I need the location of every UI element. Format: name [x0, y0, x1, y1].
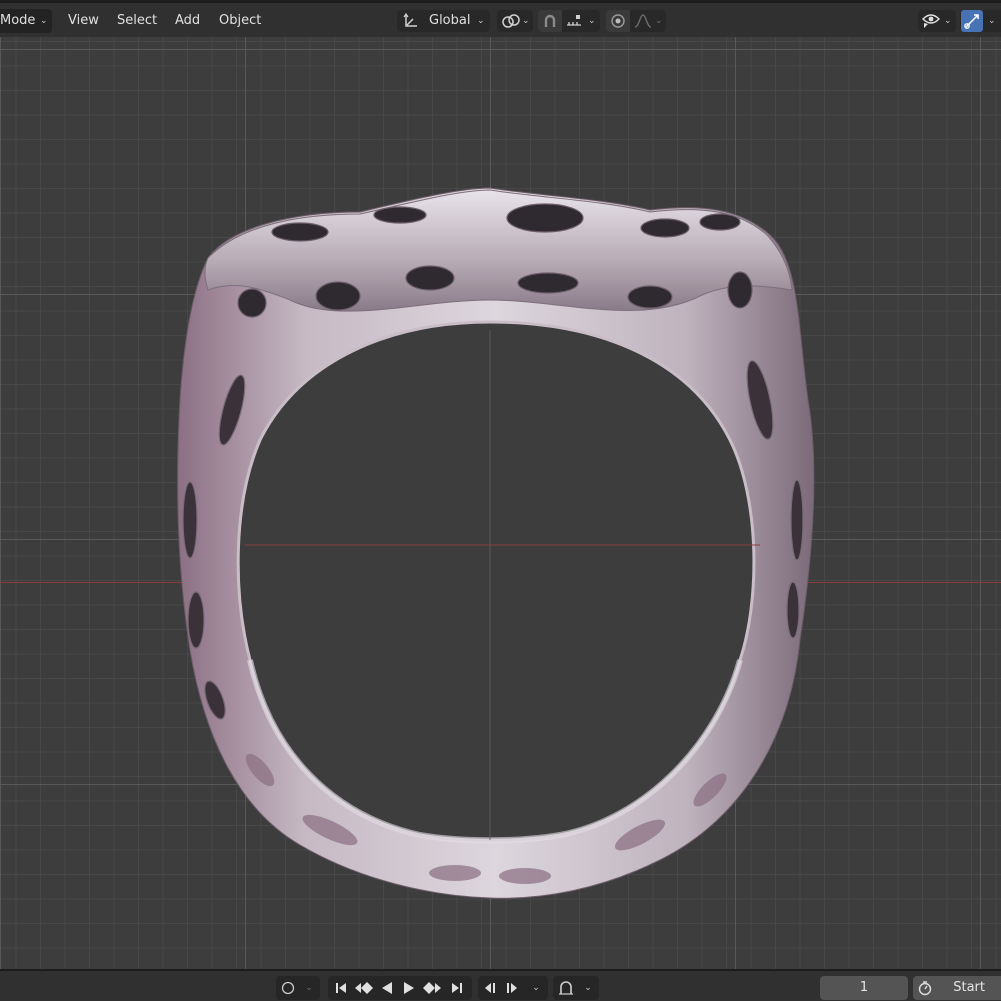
pivot-point-icon	[500, 10, 522, 32]
play-icon[interactable]	[398, 976, 420, 1000]
current-frame-field[interactable]: 1	[820, 976, 908, 1000]
menu-object[interactable]: Object	[213, 9, 267, 33]
step-forward-icon[interactable]	[501, 976, 523, 1000]
3d-viewport[interactable]	[0, 37, 1001, 969]
menu-add[interactable]: Add	[169, 9, 206, 33]
chevron-down-icon[interactable]: ⌄	[579, 976, 597, 1000]
gizmo-group: ⌄	[960, 10, 1001, 32]
next-keyframe-icon[interactable]	[420, 976, 444, 1000]
orientation-label: Global	[429, 13, 471, 28]
pivot-point-dropdown[interactable]: ⌄	[497, 10, 533, 32]
orientation-axes-icon	[401, 10, 421, 32]
keying-group: ⌄	[553, 976, 599, 1000]
chevron-down-icon[interactable]: ⌄	[655, 10, 663, 32]
chevron-down-icon[interactable]: ⌄	[988, 10, 996, 32]
record-group: ⌄	[276, 976, 320, 1000]
mode-dropdown[interactable]: Mode ⌄	[0, 9, 52, 33]
proportional-editing-group: ⌄	[606, 10, 666, 32]
chevron-down-icon: ⌄	[477, 16, 485, 26]
playback-controls	[328, 976, 472, 1000]
chevron-down-icon: ⌄	[40, 16, 48, 26]
eye-visibility-icon	[920, 10, 942, 32]
timeline-bar: ⌄ ⌄ ⌄ 1 Start	[0, 969, 1001, 1001]
jump-to-end-icon[interactable]	[446, 976, 468, 1000]
mode-label: Mode	[0, 13, 36, 28]
record-circle-icon[interactable]	[277, 976, 299, 1000]
stopwatch-icon[interactable]	[913, 976, 937, 1000]
proportional-editing-icon[interactable]	[606, 10, 630, 32]
viewport-header: Mode ⌄ View Select Add Object Global ⌄ ⌄…	[0, 0, 1001, 37]
menu-select[interactable]: Select	[111, 9, 163, 33]
chevron-down-icon: ⌄	[944, 16, 952, 26]
play-reverse-icon[interactable]	[376, 976, 398, 1000]
chevron-down-icon: ⌄	[522, 16, 530, 26]
visibility-dropdown[interactable]: ⌄	[918, 10, 956, 32]
transform-orientation-dropdown[interactable]: Global ⌄	[397, 10, 490, 32]
ring-mesh[interactable]	[0, 37, 1001, 969]
snap-increment-icon[interactable]	[563, 10, 585, 32]
snapping-group: ⌄	[538, 10, 600, 32]
start-label: Start	[953, 980, 985, 995]
menu-view[interactable]: View	[62, 9, 105, 33]
start-frame-field[interactable]: Start	[913, 976, 1001, 1000]
chevron-down-icon[interactable]: ⌄	[300, 976, 318, 1000]
auto-keying-magnet-icon[interactable]	[554, 976, 578, 1000]
magnet-snap-icon[interactable]	[538, 10, 562, 32]
chevron-down-icon[interactable]: ⌄	[526, 976, 546, 1000]
jump-to-start-icon[interactable]	[330, 976, 352, 1000]
step-back-icon[interactable]	[479, 976, 501, 1000]
gizmo-toggle-icon[interactable]	[961, 10, 983, 32]
falloff-curve-icon[interactable]	[632, 10, 654, 32]
chevron-down-icon[interactable]: ⌄	[588, 10, 596, 32]
prev-keyframe-icon[interactable]	[352, 976, 376, 1000]
step-controls: ⌄	[478, 976, 548, 1000]
